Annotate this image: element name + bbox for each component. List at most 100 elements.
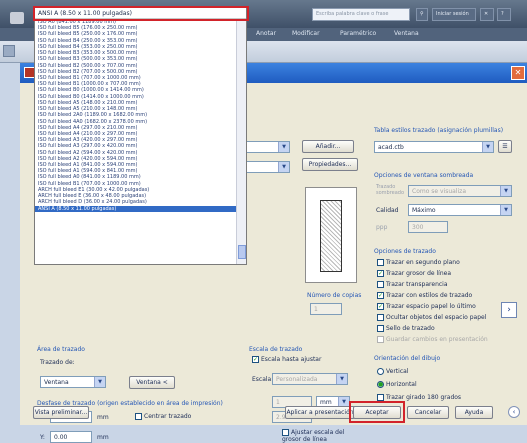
option-label: Ocultar objetos del espacio papel [386,314,487,321]
close-icon[interactable]: ✕ [511,66,525,80]
help-menu-icon[interactable]: ? [497,8,511,21]
option-label: Guardar cambios en presentación [386,336,488,343]
center-plot-checkbox[interactable]: Centrar trazado [135,413,191,420]
scale-value: Personalizada [276,376,318,383]
option-label: Trazar espacio papel lo último [386,303,476,310]
accept-highlight [349,401,405,423]
plot-what-value: Ventana [44,379,69,386]
option-lineweights-checkbox[interactable]: ✓ Trazar grosor de línea [377,270,451,277]
expand-icon[interactable]: ‹ [508,406,520,418]
option-label: Trazar en segundo plano [386,259,460,266]
shaded-plot-label: Trazado sombreado [376,184,405,196]
add-button[interactable]: Añadir... [302,140,354,153]
option-save-changes-checkbox[interactable]: Guardar cambios en presentación [377,336,488,343]
properties-button[interactable]: Propiedades... [302,158,358,171]
scale-unit-value: mm [320,399,332,406]
chevron-down-icon: ▼ [278,142,289,152]
checkbox-box [135,413,142,420]
printer-combo[interactable]: ▼ [246,141,290,153]
plot-what-label: Trazado de: [40,359,75,366]
chevron-down-icon: ▼ [94,377,105,387]
fit-to-paper-checkbox[interactable]: ✓ Escala hasta ajustar [252,356,321,363]
portrait-radio[interactable]: Vertical [377,368,408,375]
shaded-plot-combo[interactable]: Como se visualiza ▼ [408,185,512,197]
tool-icon[interactable] [3,45,15,57]
plot-what-combo[interactable]: Ventana ▼ [40,376,106,388]
shaded-plot-value: Como se visualiza [412,188,466,195]
landscape-label: Horizontal [386,381,417,388]
landscape-radio[interactable]: ● Horizontal [377,381,417,388]
chevron-down-icon: ▼ [500,205,511,215]
window-button[interactable]: Ventana < [129,376,175,389]
scale-lineweights-label: Ajustar escala del grosor de línea [282,429,345,443]
paper-size-dropdown[interactable]: ANSI A (8.50 x 11.00 pulgadas) ISO A0 (8… [34,7,247,265]
copies-input[interactable]: 1 [310,303,342,315]
binoculars-icon[interactable]: ⚲ [416,8,428,21]
shaded-title: Opciones de ventana sombreada [374,172,474,179]
checkbox-box: ✓ [377,303,384,310]
checkbox-box [377,281,384,288]
option-plot-stamp-checkbox[interactable]: Sello de trazado [377,325,435,332]
paper-size-option[interactable]: ANSI A (8.50 x 11.00 pulgadas) [35,205,236,212]
option-label: Trazar transparencia [386,281,448,288]
tab-window[interactable]: Ventana [394,30,419,37]
signin-button[interactable]: Iniciar sesión [432,8,476,21]
checkbox-box [377,336,384,343]
option-plotstyles-checkbox[interactable]: ✓ Trazar con estilos de trazado [377,292,472,299]
scale-title: Escala de trazado [249,346,303,353]
scale-lineweights-checkbox[interactable]: Ajustar escala del grosor de línea [282,429,352,443]
quality-combo[interactable]: Máximo ▼ [408,204,512,216]
exchange-icon[interactable]: ✕ [480,8,494,21]
chevron-down-icon: ▼ [482,142,493,152]
paper-preview [305,187,357,283]
chevron-down-icon: ▼ [278,162,289,172]
dpi-input[interactable]: 300 [408,221,448,233]
preview-sheet [320,200,342,272]
plot-style-title: Tabla estilos trazado (asignación plumil… [374,127,504,134]
checkbox-box [282,429,289,436]
scrollbar-thumb[interactable] [238,245,246,259]
quality-label: Calidad [376,207,399,214]
orientation-title: Orientación del dibujo [374,355,441,362]
option-label: Sello de trazado [386,325,435,332]
copies-label: Número de copias [307,292,362,299]
pc3-combo[interactable]: ▼ [246,161,290,173]
plot-area-title: Área de trazado [37,346,85,353]
scale-label: Escala: [252,376,274,383]
checkbox-box [377,259,384,266]
tab-modify[interactable]: Modificar [292,30,320,37]
center-plot-label: Centrar trazado [144,413,192,420]
app-menu-icon[interactable] [10,12,24,24]
quality-value: Máximo [412,207,436,214]
y-unit: mm [97,434,109,441]
dropdown-scrollbar[interactable] [236,19,246,264]
radio-circle: ● [377,381,384,388]
option-label: Trazar grosor de línea [386,270,452,277]
chevron-down-icon: ▼ [500,186,511,196]
option-hide-paperspace-checkbox[interactable]: Ocultar objetos del espacio papel [377,314,486,321]
scale-combo[interactable]: Personalizada ▼ [272,373,348,385]
fit-to-paper-label: Escala hasta ajustar [261,356,322,363]
edit-plot-style-button[interactable]: ☰ [498,140,512,153]
dropdown-highlight [33,6,249,21]
y-offset-input[interactable]: 0.00 [50,431,92,443]
tab-parametric[interactable]: Paramétrico [340,30,376,37]
tab-annotate[interactable]: Anotar [256,30,276,37]
cancel-button[interactable]: Cancelar [407,406,449,419]
radio-circle [377,368,384,375]
checkbox-box [377,314,384,321]
paper-size-list[interactable]: ISO A0 (841.00 x 1189.00 mm) ISO full ble… [35,19,236,212]
option-background-checkbox[interactable]: Trazar en segundo plano [377,259,460,266]
plot-style-combo[interactable]: acad.ctb ▼ [374,141,494,153]
apply-to-layout-button[interactable]: Aplicar a presentación [285,406,355,419]
help-button[interactable]: Ayuda [455,406,493,419]
plot-options-title: Opciones de trazado [374,248,436,255]
preview-button[interactable]: Vista preliminar... [33,406,89,419]
checkbox-box [377,394,384,401]
option-label: Trazar con estilos de trazado [386,292,473,299]
y-label: Y: [40,434,45,441]
option-transparency-checkbox[interactable]: Trazar transparencia [377,281,448,288]
upside-down-checkbox[interactable]: Trazar girado 180 grados [377,394,461,401]
option-paperspace-last-checkbox[interactable]: ✓ Trazar espacio papel lo último [377,303,476,310]
search-input[interactable]: Escriba palabra clave o frase [312,8,410,21]
